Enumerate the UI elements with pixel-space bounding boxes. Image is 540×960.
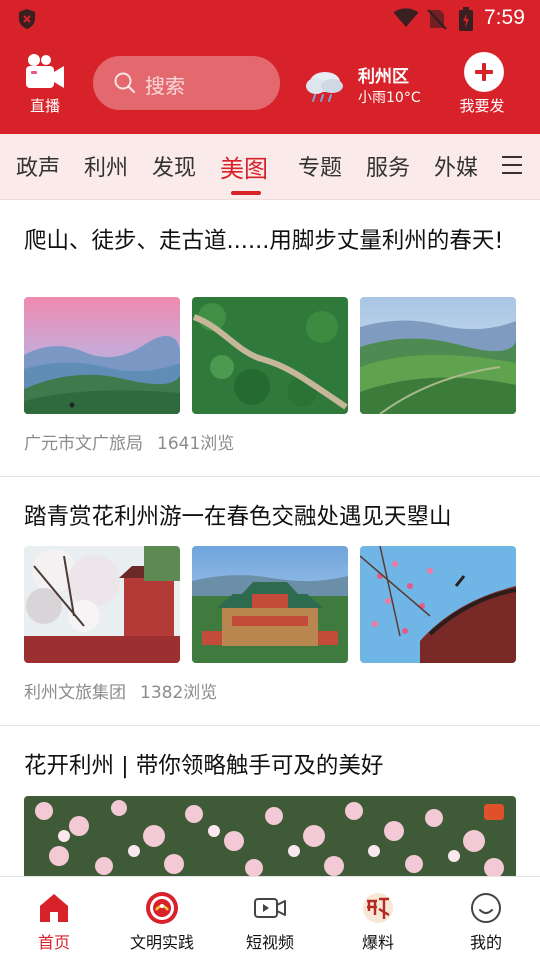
article-image-mountain-sunrise	[24, 297, 180, 414]
article-image-plum-blossom-pavilion	[360, 546, 516, 663]
article-card[interactable]: 踏青赏花利州游一在春色交融处遇见天曌山 利州文旅集团 1382浏览	[0, 477, 540, 725]
wifi-icon	[393, 8, 419, 27]
post-button[interactable]: 我要发	[457, 52, 511, 116]
article-image-temple-complex	[192, 546, 348, 663]
app-header: 7:59 直播 搜索 利州区 小雨10°C 我要发	[0, 0, 540, 134]
weather-widget[interactable]: 利州区 小雨10°C	[303, 60, 443, 110]
smiley-icon	[471, 893, 501, 923]
article-title: 爬山、徒步、走古道......用脚步丈量利州的春天!	[24, 228, 504, 254]
nav-label: 爆料	[361, 933, 394, 952]
nav-civilization-practice[interactable]: 文明实践	[108, 891, 216, 953]
nav-home[interactable]: 首页	[0, 891, 108, 953]
rain-cloud-icon	[306, 72, 343, 102]
tab-topics[interactable]: 专题	[298, 150, 342, 182]
category-tabs: 政声 利州 发现 美图 专题 服务 外媒	[0, 134, 540, 200]
post-label: 我要发	[459, 97, 505, 115]
article-image-forest-trail	[192, 297, 348, 414]
tab-lizhou[interactable]: 利州	[84, 150, 128, 182]
menu-icon[interactable]	[502, 156, 522, 176]
weather-condition: 小雨10°C	[358, 90, 421, 106]
article-meta: 利州文旅集团 1382浏览	[24, 678, 231, 703]
weather-city: 利州区	[358, 67, 409, 87]
live-button[interactable]: 直播	[22, 52, 68, 116]
nav-label: 首页	[37, 933, 70, 952]
article-source: 利州文旅集团	[24, 683, 126, 703]
shield-icon	[19, 9, 35, 29]
search-icon	[114, 72, 136, 94]
article-title: 踏青赏花利州游一在春色交融处遇见天曌山	[24, 504, 452, 530]
live-label: 直播	[29, 97, 60, 115]
civilization-badge-icon	[146, 892, 178, 924]
article-meta: 广元市文广旅局 1641浏览	[24, 429, 248, 454]
tab-zhengsheng[interactable]: 政声	[16, 150, 60, 182]
tab-discover[interactable]: 发现	[152, 150, 196, 182]
nav-label: 我的	[469, 933, 502, 952]
search-placeholder: 搜索	[145, 74, 185, 98]
nav-label: 短视频	[245, 933, 294, 952]
nav-short-video[interactable]: 短视频	[216, 891, 324, 953]
bottom-nav: 首页 文明实践 短视频 爆料 我的	[0, 876, 540, 960]
report-calligraphy-icon	[363, 893, 393, 923]
video-camera-icon	[254, 898, 286, 918]
search-input[interactable]: 搜索	[93, 56, 280, 110]
nav-label: 文明实践	[129, 933, 194, 952]
no-sim-icon	[427, 9, 447, 30]
plus-icon	[464, 52, 504, 92]
article-views: 1382浏览	[140, 683, 218, 703]
article-card[interactable]: 爬山、徒步、走古道......用脚步丈量利州的春天! 广元市文广旅局 1641浏…	[0, 200, 540, 476]
home-icon	[40, 894, 68, 922]
article-image-blossom-tree	[24, 546, 180, 663]
status-time: 7:59	[484, 6, 525, 29]
nav-profile[interactable]: 我的	[432, 891, 540, 953]
active-tab-indicator	[231, 191, 261, 195]
article-image-green-ridge	[360, 297, 516, 414]
article-source: 广元市文广旅局	[24, 434, 143, 454]
tab-foreign-media[interactable]: 外媒	[434, 150, 478, 182]
status-bar: 7:59	[0, 0, 540, 38]
nav-report[interactable]: 爆料	[324, 891, 432, 953]
tab-services[interactable]: 服务	[366, 150, 410, 182]
article-image-flower-field	[24, 796, 516, 876]
video-camera-icon	[26, 54, 64, 88]
battery-icon	[459, 7, 473, 31]
article-views: 1641浏览	[157, 434, 235, 454]
article-title: 花开利州 | 带你领略触手可及的美好	[24, 753, 384, 779]
tab-photos[interactable]: 美图	[220, 149, 268, 184]
